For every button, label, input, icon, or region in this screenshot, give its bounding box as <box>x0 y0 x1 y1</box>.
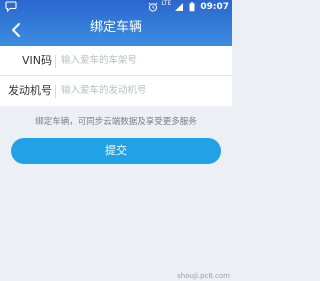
page-title: 绑定车辆 <box>89 20 142 35</box>
watermark: shouji.pc6.com <box>177 272 230 280</box>
field-divider <box>55 55 56 68</box>
alarm-clock-icon <box>148 2 158 12</box>
app-header: LTE 09:07 绑定车辆 <box>0 0 232 46</box>
engine-number-input[interactable]: 输入爱车的发动机号 <box>61 76 226 106</box>
vin-input[interactable]: 输入爱车的车架号 <box>61 46 226 76</box>
vin-row: VIN码 输入爱车的车架号 <box>0 46 232 76</box>
status-time: 09:07 <box>200 2 229 12</box>
field-divider <box>55 85 56 98</box>
submit-button[interactable]: 提交 <box>11 138 221 164</box>
status-bar: LTE 09:07 <box>0 0 232 14</box>
chat-icon <box>5 1 17 12</box>
bind-hint-text: 绑定车辆，可同步云端数据及享受更多服务 <box>35 117 197 127</box>
network-type-label: LTE <box>161 0 172 7</box>
signal-icon <box>175 3 184 11</box>
engine-number-row: 发动机号 输入爱车的发动机号 <box>0 76 232 106</box>
bind-vehicle-form: VIN码 输入爱车的车架号 发动机号 输入爱车的发动机号 <box>0 46 232 106</box>
battery-icon <box>189 2 195 12</box>
vin-label: VIN码 <box>22 54 52 67</box>
engine-number-label: 发动机号 <box>8 84 52 97</box>
